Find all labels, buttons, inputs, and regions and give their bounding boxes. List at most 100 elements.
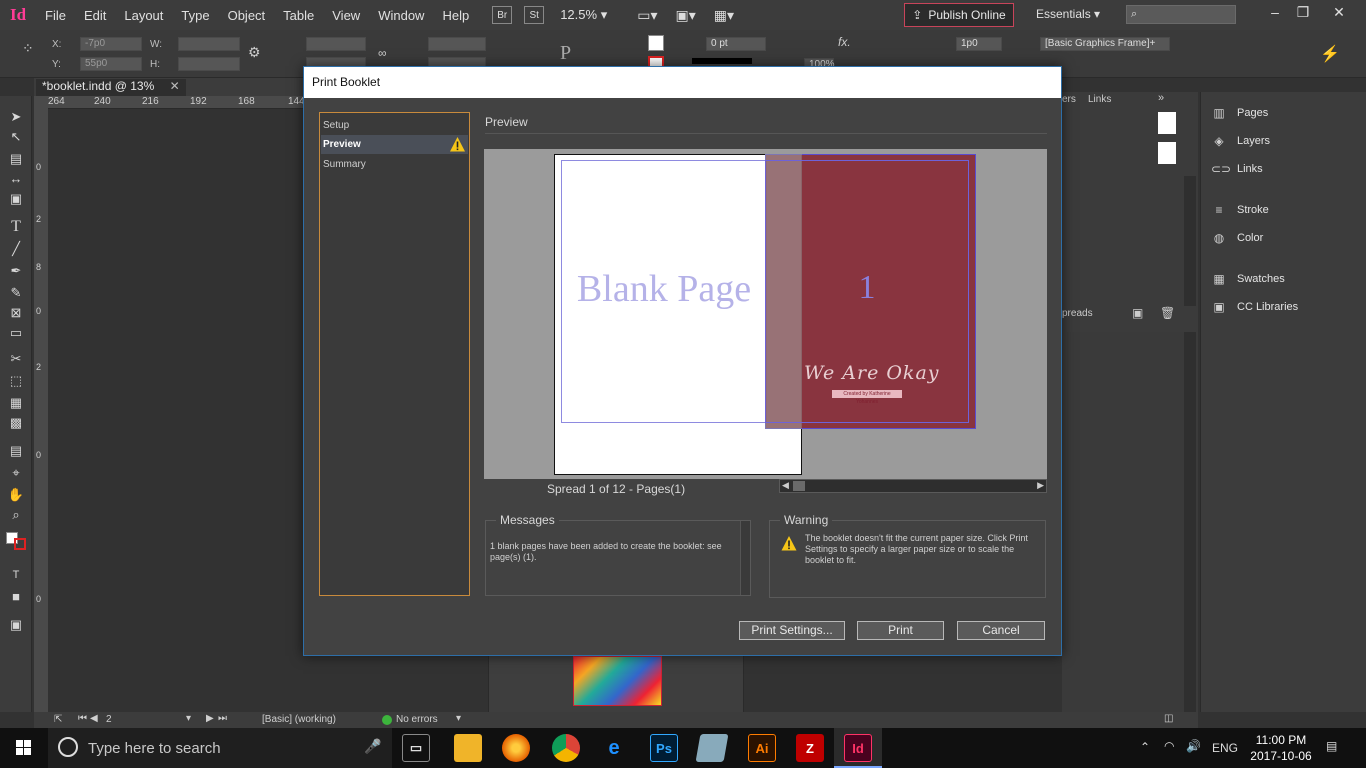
edge-icon[interactable]: e [600, 734, 628, 762]
cc-libraries-panel-button[interactable]: ▣ CC Libraries [1211, 296, 1298, 318]
open-in-icon[interactable]: ⇱ [54, 714, 62, 725]
bridge-button[interactable]: Br [492, 6, 513, 24]
close-tab-icon[interactable]: ✕ [170, 79, 180, 93]
zoom-select[interactable]: 12.5% ▾ [560, 7, 607, 23]
start-button[interactable] [0, 728, 48, 768]
color-panel-button[interactable]: ◍ Color [1211, 227, 1264, 249]
chevron-down-icon[interactable]: ▾ [186, 713, 191, 724]
menu-table[interactable]: Table [274, 8, 323, 23]
layers-panel-button[interactable]: ◈ Layers [1211, 130, 1270, 152]
gradient-swatch-tool-icon[interactable]: ▦ [6, 394, 26, 412]
preflight-errors[interactable]: No errors [396, 714, 438, 725]
restore-button[interactable]: ❐ [1290, 4, 1316, 24]
hand-tool-icon[interactable]: ✋ [6, 486, 26, 504]
stroke-type-select[interactable] [692, 58, 752, 64]
dialog-title[interactable]: Print Booklet [304, 67, 1061, 98]
rectangle-frame-tool-icon[interactable]: ⊠ [6, 304, 26, 322]
publish-online-button[interactable]: ⇪ Publish Online [904, 3, 1014, 27]
apply-color-icon[interactable]: ■ [6, 588, 26, 606]
height-field[interactable] [178, 57, 240, 71]
print-button[interactable]: Print [857, 621, 944, 640]
first-page-icon[interactable]: ⏮ [78, 713, 87, 724]
spread-thumbnail[interactable] [573, 656, 662, 706]
view-options-icon[interactable]: ▭▾ [637, 7, 657, 24]
workspace-switcher[interactable]: Essentials ▾ [1036, 7, 1100, 21]
cancel-button[interactable]: Cancel [957, 621, 1045, 640]
pages-panel-button[interactable]: ▥ Pages [1211, 102, 1268, 124]
nav-summary[interactable]: Summary [321, 155, 468, 174]
stroke-color-icon[interactable] [14, 538, 26, 550]
scissors-tool-icon[interactable]: ✂ [6, 350, 26, 368]
menu-window[interactable]: Window [369, 8, 433, 23]
spread-scrollbar[interactable]: ◀ ▶ [779, 479, 1047, 493]
panel-collapse-icon[interactable]: » [1158, 92, 1164, 104]
stroke-weight-field[interactable]: 0 pt [706, 37, 766, 51]
free-transform-tool-icon[interactable]: ⬚ [6, 372, 26, 390]
firefox-icon[interactable] [502, 734, 530, 762]
close-window-button[interactable]: ✕ [1326, 4, 1352, 24]
links-tab[interactable]: Links [1088, 94, 1111, 105]
page-tool-icon[interactable]: ▤ [6, 150, 26, 168]
panel-scrollbar[interactable] [1184, 176, 1196, 306]
help-search-input[interactable]: ⌕ [1126, 5, 1236, 24]
new-page-icon[interactable]: ▣ [1132, 306, 1143, 320]
menu-layout[interactable]: Layout [115, 8, 172, 23]
pencil-tool-icon[interactable]: ✎ [6, 284, 26, 302]
scroll-left-icon[interactable]: ◀ [782, 480, 789, 491]
network-icon[interactable]: ◠ [1164, 739, 1174, 753]
fx-icon[interactable]: fx. [838, 35, 851, 49]
menu-object[interactable]: Object [219, 8, 275, 23]
page-thumbnail[interactable] [1158, 142, 1176, 164]
next-page-icon[interactable]: ▶ [206, 713, 214, 724]
menu-help[interactable]: Help [433, 8, 478, 23]
reference-point-icon[interactable]: ⁘ [22, 40, 34, 57]
note-tool-icon[interactable]: ▤ [6, 442, 26, 460]
links-panel-button[interactable]: ⊂⊃ Links [1211, 158, 1263, 180]
menu-view[interactable]: View [323, 8, 369, 23]
volume-icon[interactable]: 🔊 [1186, 739, 1201, 753]
menu-edit[interactable]: Edit [75, 8, 115, 23]
layers-tab-partial[interactable]: ers [1062, 94, 1076, 105]
indesign-icon[interactable]: Id [844, 734, 872, 762]
link-icon[interactable]: ∞ [378, 46, 387, 60]
task-view-icon[interactable]: ▭ [402, 734, 430, 762]
menu-type[interactable]: Type [172, 8, 218, 23]
scroll-right-icon[interactable]: ▶ [1037, 480, 1044, 491]
microphone-icon[interactable]: 🎤 [364, 738, 381, 755]
eyedropper-tool-icon[interactable]: ⌖ [6, 464, 26, 482]
stroke-panel-button[interactable]: ≡ Stroke [1211, 199, 1268, 221]
show-hidden-icons-icon[interactable]: ⌃ [1140, 740, 1150, 754]
scale-x-field[interactable] [306, 37, 366, 51]
direct-selection-tool-icon[interactable]: ↖ [6, 128, 26, 146]
constrain-proportions-icon[interactable]: ⚙ [248, 44, 261, 61]
photoshop-icon[interactable]: Ps [650, 734, 678, 762]
print-settings-button[interactable]: Print Settings... [739, 621, 845, 640]
page-thumbnail[interactable] [1158, 112, 1176, 134]
select-content-icon[interactable]: P [560, 42, 571, 65]
zoom-tool-icon[interactable]: ⌕ [6, 506, 26, 524]
object-style-select[interactable]: [Basic Graphics Frame]+ [1040, 37, 1170, 51]
filezilla-icon[interactable]: Z [796, 734, 824, 762]
size-field[interactable]: 1p0 [956, 37, 1002, 51]
file-explorer-icon[interactable] [454, 734, 482, 762]
quick-apply-icon[interactable]: ⚡ [1320, 44, 1340, 64]
chrome-icon[interactable] [552, 734, 580, 762]
language-indicator[interactable]: ENG [1212, 741, 1238, 755]
type-tool-icon[interactable]: T [6, 218, 26, 236]
system-clock[interactable]: 11:00 PM 2017-10-06 [1244, 732, 1318, 764]
chevron-down-icon[interactable]: ▾ [456, 713, 461, 724]
x-field[interactable]: -7p0 [80, 37, 142, 51]
pages-scrollbar[interactable] [1184, 332, 1196, 712]
previous-page-icon[interactable]: ◀ [90, 713, 98, 724]
rotation-field[interactable] [428, 37, 486, 51]
action-center-icon[interactable]: ▤ [1326, 739, 1337, 753]
minimize-button[interactable]: – [1262, 4, 1288, 24]
screen-mode-tool-icon[interactable]: ▣ [6, 616, 26, 634]
formatting-affects-icon[interactable]: T [6, 566, 26, 584]
nav-setup[interactable]: Setup [321, 116, 468, 135]
page-number-field[interactable]: 2 [106, 714, 112, 725]
taskbar-search-box[interactable]: Type here to search 🎤 [48, 728, 392, 768]
selection-tool-icon[interactable]: ➤ [6, 108, 26, 126]
illustrator-icon[interactable]: Ai [748, 734, 776, 762]
fill-swatch[interactable] [648, 35, 664, 51]
